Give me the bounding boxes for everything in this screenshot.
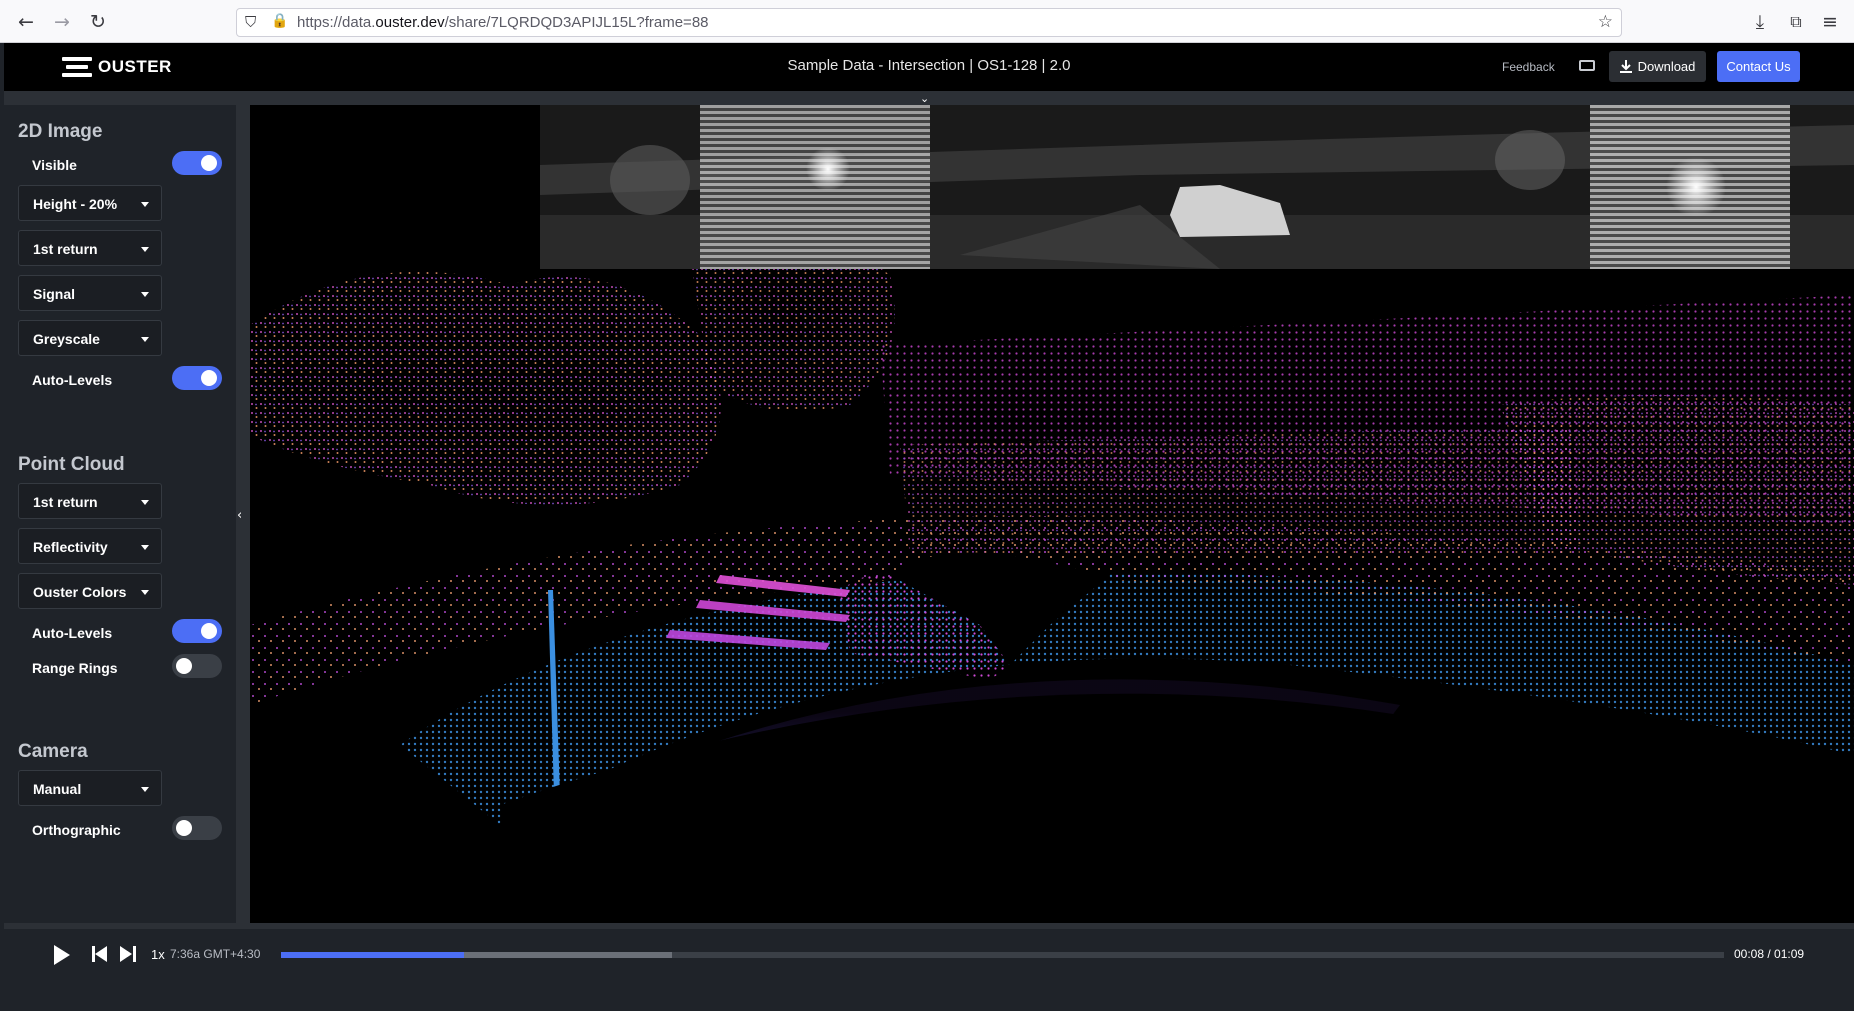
playback-bar: 1x 7:36a GMT+4:30 00:08 / 01:09 [4, 929, 1854, 987]
image-autolevels-label: Auto-Levels [32, 372, 113, 388]
visible-toggle[interactable] [172, 151, 222, 175]
download-button[interactable]: Download [1609, 51, 1706, 82]
settings-sidebar: 2D Image Visible Height - 20% 1st return… [4, 105, 236, 923]
play-icon[interactable] [54, 945, 70, 965]
orthographic-toggle[interactable] [172, 816, 222, 840]
caret-down-icon [141, 292, 149, 297]
tree-cloud-left [250, 271, 721, 505]
contact-us-button[interactable]: Contact Us [1717, 51, 1800, 82]
logo-text: OUSTER [98, 57, 172, 76]
downloads-icon[interactable]: ⤓ [1748, 10, 1772, 34]
caret-down-icon [141, 247, 149, 252]
timeline-scrubber[interactable] [281, 952, 1724, 958]
section-title-point-cloud: Point Cloud [18, 454, 125, 475]
bookmark-star-icon[interactable]: ☆ [1598, 12, 1613, 32]
image-channel-select[interactable]: Signal [18, 275, 162, 311]
time-readout: 00:08 / 01:09 [1734, 947, 1805, 961]
cloud-return-select[interactable]: 1st return [18, 483, 162, 519]
reload-icon[interactable]: ↻ [86, 10, 110, 34]
ouster-logo[interactable]: OUSTER [62, 55, 172, 79]
app-header: OUSTER Sample Data - Intersection | OS1-… [4, 43, 1854, 91]
building-lower [900, 425, 1580, 555]
shield-icon[interactable]: ⛉ [245, 13, 256, 31]
2d-image-strip[interactable] [540, 105, 1854, 269]
cloud-channel-select[interactable]: Reflectivity [18, 528, 162, 564]
camera-mode-select[interactable]: Manual [18, 770, 162, 806]
section-title-camera: Camera [18, 741, 88, 762]
address-bar[interactable]: ⛉ 🔒 https://data.ouster.dev/share/7LQRDQ… [236, 8, 1622, 37]
caret-down-icon [141, 337, 149, 342]
playback-speed-select[interactable]: 1x [151, 947, 165, 962]
timeline-progress [281, 952, 465, 958]
image-height-select[interactable]: Height - 20% [18, 185, 162, 221]
next-frame-icon[interactable] [120, 946, 136, 962]
extensions-icon[interactable]: ⧉ [1784, 10, 1808, 34]
collapse-image-chevron-icon[interactable]: ⌄ [920, 92, 929, 105]
signal-image [540, 105, 1854, 269]
caret-down-icon [141, 202, 149, 207]
browser-toolbar: ← → ↻ ⛉ 🔒 https://data.ouster.dev/share/… [0, 0, 1854, 43]
keyboard-shortcuts-icon[interactable] [1576, 57, 1598, 75]
forward-icon[interactable]: → [50, 10, 74, 34]
image-colormap-select[interactable]: Greyscale [18, 320, 162, 356]
image-autolevels-toggle[interactable] [172, 366, 222, 390]
cloud-autolevels-toggle[interactable] [172, 619, 222, 643]
caret-down-icon [141, 787, 149, 792]
previous-frame-icon[interactable] [92, 946, 108, 962]
back-icon[interactable]: ← [14, 10, 38, 34]
lock-icon[interactable]: 🔒 [271, 13, 288, 29]
footer-strip [0, 987, 1854, 1011]
image-return-select[interactable]: 1st return [18, 230, 162, 266]
download-icon [1619, 59, 1632, 73]
caret-down-icon [141, 500, 149, 505]
range-rings-toggle[interactable] [172, 654, 222, 678]
collapse-sidebar-chevron-icon[interactable]: ‹ [237, 508, 242, 523]
range-rings-label: Range Rings [32, 660, 118, 676]
orthographic-label: Orthographic [32, 822, 121, 838]
cloud-colormap-select[interactable]: Ouster Colors [18, 573, 162, 609]
download-label: Download [1637, 59, 1696, 74]
menu-icon[interactable]: ≡ [1818, 10, 1842, 34]
feedback-link[interactable]: Feedback [1502, 60, 1555, 74]
point-cloud-viewport[interactable] [250, 105, 1854, 923]
caret-down-icon [141, 545, 149, 550]
frame-timestamp: 7:36a GMT+4:30 [170, 947, 261, 961]
url-text[interactable]: https://data.ouster.dev/share/7LQRDQD3AP… [297, 14, 709, 31]
ouster-logo-icon [62, 57, 92, 77]
cloud-autolevels-label: Auto-Levels [32, 625, 113, 641]
caret-down-icon [141, 590, 149, 595]
section-title-2d-image: 2D Image [18, 121, 103, 142]
visible-label: Visible [32, 157, 77, 173]
